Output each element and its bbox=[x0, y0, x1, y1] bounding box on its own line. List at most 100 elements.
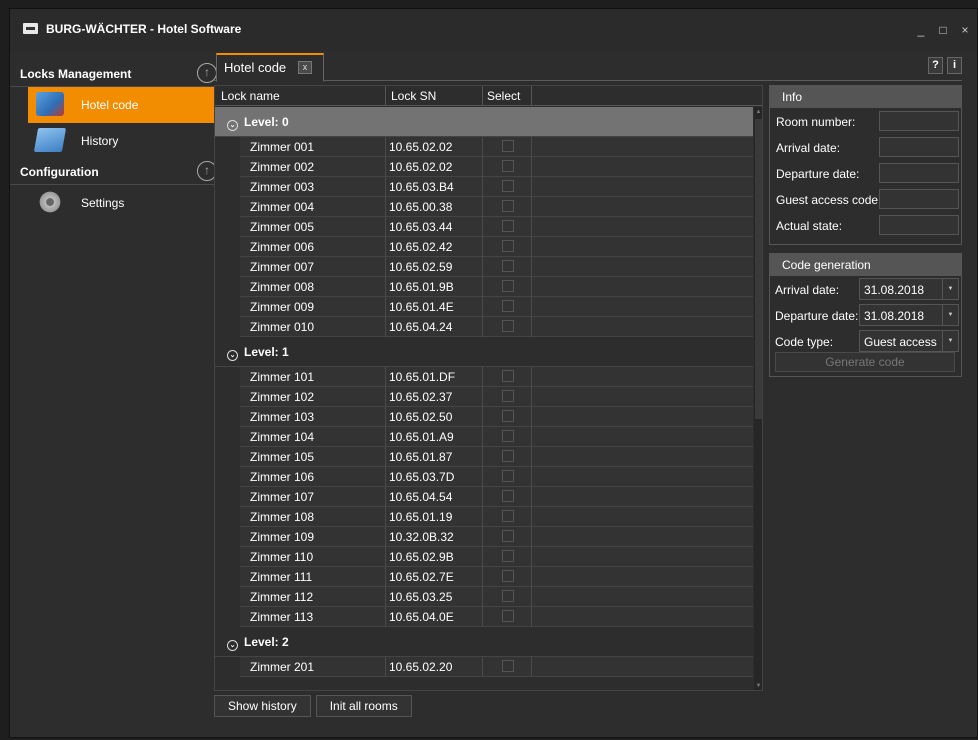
table-row[interactable]: Zimmer 201 10.65.02.20 bbox=[240, 657, 753, 677]
table-row[interactable]: Zimmer 001 10.65.02.02 bbox=[240, 137, 753, 157]
select-checkbox[interactable] bbox=[502, 550, 514, 562]
lock-name-cell: Zimmer 004 bbox=[250, 200, 315, 214]
select-checkbox[interactable] bbox=[502, 260, 514, 272]
tab-close-button[interactable]: x bbox=[298, 61, 312, 74]
table-row[interactable]: Zimmer 113 10.65.04.0E bbox=[240, 607, 753, 627]
code-type-select[interactable]: Guest access ▼ bbox=[859, 330, 959, 352]
close-button[interactable]: × bbox=[959, 23, 971, 37]
table-row[interactable]: Zimmer 002 10.65.02.02 bbox=[240, 157, 753, 177]
lock-name-cell: Zimmer 009 bbox=[250, 300, 315, 314]
level-group-row[interactable]: ⌄ Level: 2 bbox=[215, 627, 753, 657]
lock-name-cell: Zimmer 108 bbox=[250, 510, 315, 524]
maximize-button[interactable]: □ bbox=[937, 23, 949, 37]
select-checkbox[interactable] bbox=[502, 370, 514, 382]
column-header-lock-sn[interactable]: Lock SN bbox=[391, 89, 436, 103]
guest-access-code-row: Guest access code: bbox=[770, 186, 961, 212]
collapse-group-icon[interactable]: ⌄ bbox=[227, 120, 238, 131]
select-checkbox[interactable] bbox=[502, 470, 514, 482]
table-row[interactable]: Zimmer 008 10.65.01.9B bbox=[240, 277, 753, 297]
room-number-label: Room number: bbox=[776, 115, 856, 129]
select-checkbox[interactable] bbox=[502, 220, 514, 232]
lock-name-cell: Zimmer 001 bbox=[250, 140, 315, 154]
table-row[interactable]: Zimmer 007 10.65.02.59 bbox=[240, 257, 753, 277]
select-checkbox[interactable] bbox=[502, 200, 514, 212]
select-checkbox[interactable] bbox=[502, 320, 514, 332]
lock-name-cell: Zimmer 112 bbox=[250, 590, 314, 604]
table-row[interactable]: Zimmer 104 10.65.01.A9 bbox=[240, 427, 753, 447]
level-group-row[interactable]: ⌄ Level: 1 bbox=[215, 337, 753, 367]
generate-code-button[interactable]: Generate code bbox=[775, 352, 955, 372]
scroll-down-icon[interactable]: ▼ bbox=[754, 683, 762, 689]
select-checkbox[interactable] bbox=[502, 530, 514, 542]
select-checkbox[interactable] bbox=[502, 450, 514, 462]
select-checkbox[interactable] bbox=[502, 140, 514, 152]
scrollbar-thumb[interactable] bbox=[755, 119, 762, 419]
code-type-label: Code type: bbox=[775, 335, 834, 349]
table-row[interactable]: Zimmer 003 10.65.03.B4 bbox=[240, 177, 753, 197]
column-header-lock-name[interactable]: Lock name bbox=[221, 89, 280, 103]
select-checkbox[interactable] bbox=[502, 610, 514, 622]
table-row[interactable]: Zimmer 004 10.65.00.38 bbox=[240, 197, 753, 217]
section-locks-management[interactable]: Locks Management ↑ bbox=[10, 61, 220, 87]
chevron-down-icon[interactable]: ▼ bbox=[942, 305, 958, 325]
vertical-scrollbar[interactable]: ▲ ▼ bbox=[754, 107, 762, 690]
table-row[interactable]: Zimmer 109 10.32.0B.32 bbox=[240, 527, 753, 547]
collapse-group-icon[interactable]: ⌄ bbox=[227, 350, 238, 361]
select-checkbox[interactable] bbox=[502, 390, 514, 402]
departure-date-picker[interactable]: 31.08.2018 ▼ bbox=[859, 304, 959, 326]
select-checkbox[interactable] bbox=[502, 180, 514, 192]
table-row[interactable]: Zimmer 111 10.65.02.7E bbox=[240, 567, 753, 587]
table-row[interactable]: Zimmer 108 10.65.01.19 bbox=[240, 507, 753, 527]
init-all-rooms-button[interactable]: Init all rooms bbox=[315, 695, 412, 717]
title-bar: BURG-WÄCHTER - Hotel Software _ □ × bbox=[10, 9, 977, 51]
select-checkbox[interactable] bbox=[502, 300, 514, 312]
lock-sn-cell: 10.65.01.DF bbox=[389, 370, 456, 384]
lock-sn-cell: 10.65.02.9B bbox=[389, 550, 454, 564]
sidebar-item-hotel-code[interactable]: Hotel code bbox=[28, 87, 220, 123]
help-button[interactable]: ? bbox=[928, 57, 943, 74]
code-type-value: Guest access bbox=[864, 335, 937, 349]
select-checkbox[interactable] bbox=[502, 430, 514, 442]
column-header-select[interactable]: Select bbox=[487, 89, 520, 103]
table-row[interactable]: Zimmer 112 10.65.03.25 bbox=[240, 587, 753, 607]
guest-access-code-label: Guest access code: bbox=[776, 193, 882, 207]
show-history-button[interactable]: Show history bbox=[214, 695, 311, 717]
table-row[interactable]: Zimmer 010 10.65.04.24 bbox=[240, 317, 753, 337]
table-row[interactable]: Zimmer 105 10.65.01.87 bbox=[240, 447, 753, 467]
select-checkbox[interactable] bbox=[502, 240, 514, 252]
chevron-down-icon[interactable]: ▼ bbox=[942, 331, 958, 351]
select-checkbox[interactable] bbox=[502, 570, 514, 582]
select-checkbox[interactable] bbox=[502, 410, 514, 422]
sidebar-item-history[interactable]: History bbox=[28, 123, 220, 159]
lock-sn-cell: 10.65.02.42 bbox=[389, 240, 453, 254]
table-row[interactable]: Zimmer 005 10.65.03.44 bbox=[240, 217, 753, 237]
arrival-date-picker[interactable]: 31.08.2018 ▼ bbox=[859, 278, 959, 300]
minimize-button[interactable]: _ bbox=[915, 23, 927, 37]
select-checkbox[interactable] bbox=[502, 590, 514, 602]
table-row[interactable]: Zimmer 106 10.65.03.7D bbox=[240, 467, 753, 487]
select-checkbox[interactable] bbox=[502, 660, 514, 672]
tab-bar: Hotel code x ? i bbox=[214, 53, 962, 82]
section-configuration[interactable]: Configuration ↑ bbox=[10, 159, 220, 185]
tab-hotel-code[interactable]: Hotel code x bbox=[216, 53, 324, 82]
select-checkbox[interactable] bbox=[502, 160, 514, 172]
info-button[interactable]: i bbox=[947, 57, 962, 74]
select-checkbox[interactable] bbox=[502, 280, 514, 292]
select-checkbox[interactable] bbox=[502, 510, 514, 522]
sidebar-item-settings[interactable]: Settings bbox=[28, 185, 220, 221]
arrival-date-field bbox=[879, 137, 959, 157]
collapse-group-icon[interactable]: ⌄ bbox=[227, 640, 238, 651]
guest-access-code-field bbox=[879, 189, 959, 209]
table-row[interactable]: Zimmer 107 10.65.04.54 bbox=[240, 487, 753, 507]
table-row[interactable]: Zimmer 009 10.65.01.4E bbox=[240, 297, 753, 317]
table-row[interactable]: Zimmer 101 10.65.01.DF bbox=[240, 367, 753, 387]
table-row[interactable]: Zimmer 102 10.65.02.37 bbox=[240, 387, 753, 407]
table-row[interactable]: Zimmer 103 10.65.02.50 bbox=[240, 407, 753, 427]
level-group-row[interactable]: ⌄ Level: 0 bbox=[215, 107, 753, 137]
gen-arrival-label: Arrival date: bbox=[775, 283, 840, 297]
scroll-up-icon[interactable]: ▲ bbox=[754, 109, 762, 115]
select-checkbox[interactable] bbox=[502, 490, 514, 502]
table-row[interactable]: Zimmer 006 10.65.02.42 bbox=[240, 237, 753, 257]
chevron-down-icon[interactable]: ▼ bbox=[942, 279, 958, 299]
table-row[interactable]: Zimmer 110 10.65.02.9B bbox=[240, 547, 753, 567]
